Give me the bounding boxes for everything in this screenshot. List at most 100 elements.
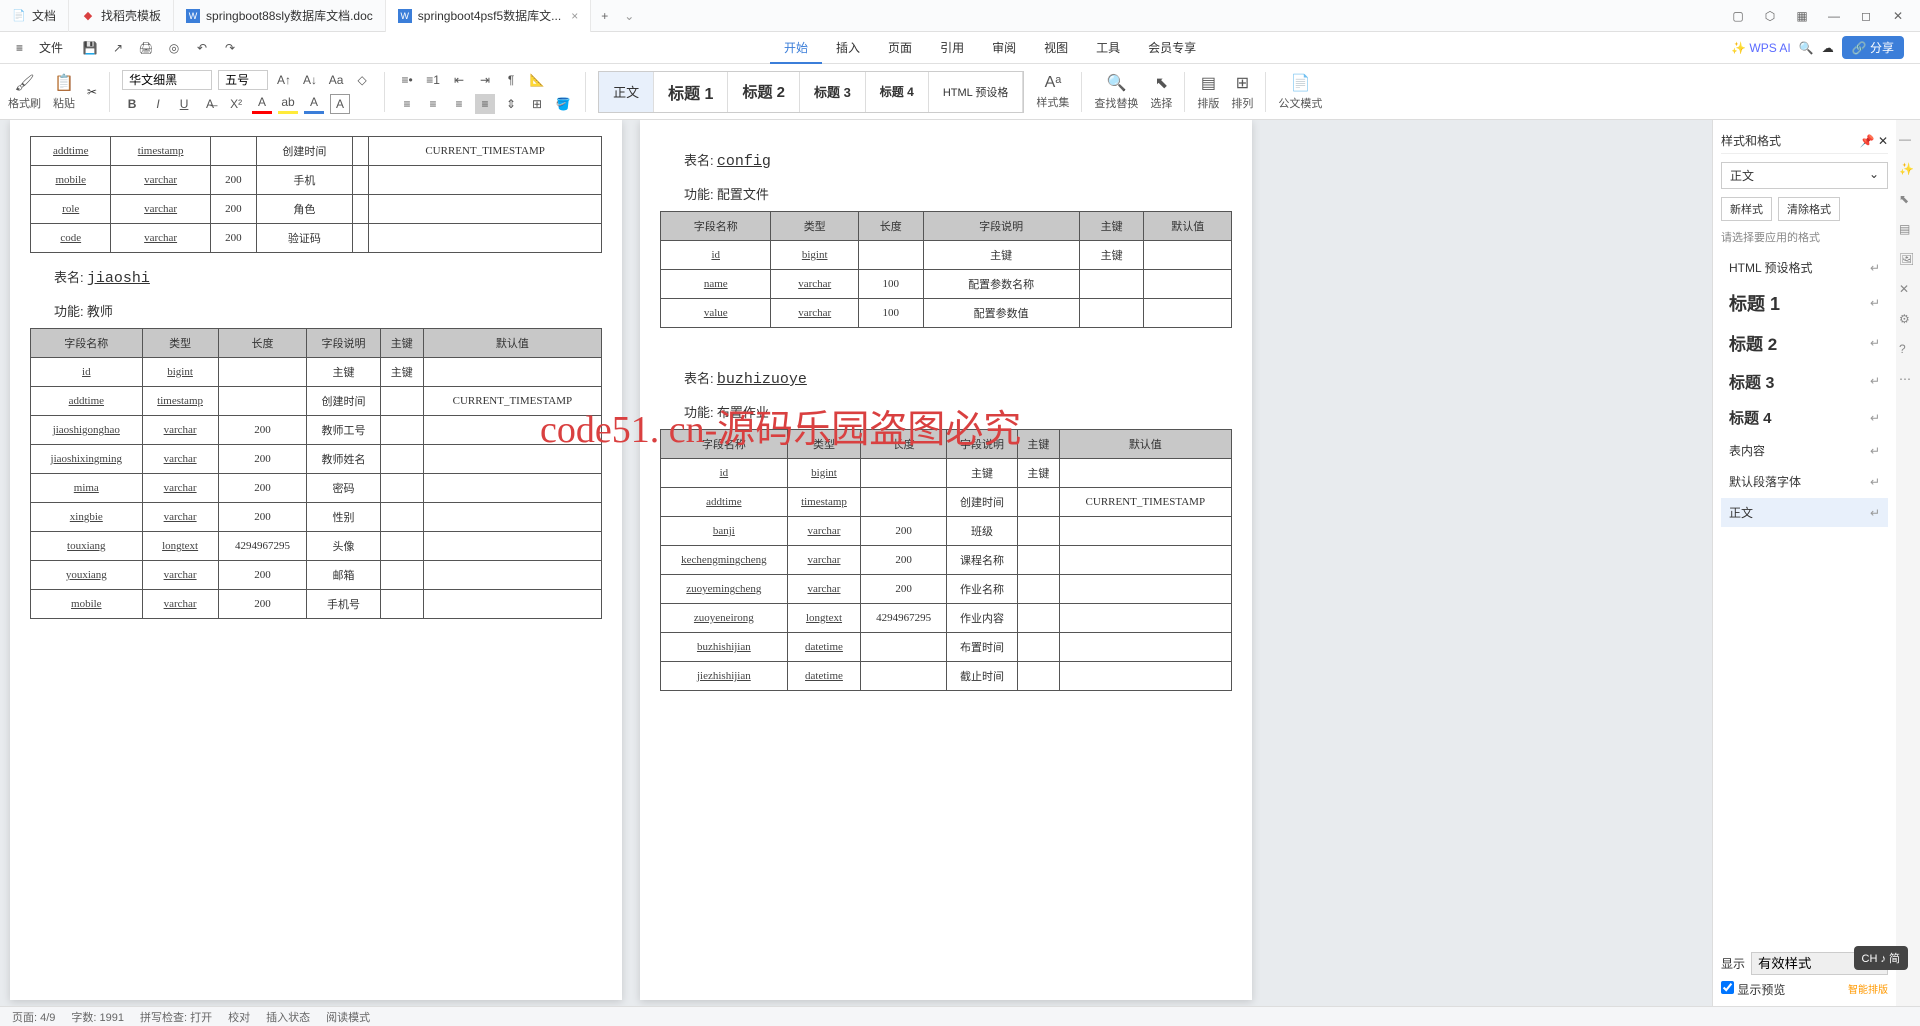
style-item[interactable]: 标题 3↵ bbox=[1721, 363, 1888, 399]
pin-icon[interactable]: 📌 bbox=[1860, 134, 1875, 148]
redo-icon[interactable]: ↷ bbox=[219, 37, 241, 59]
insert-status[interactable]: 插入状态 bbox=[266, 1009, 310, 1025]
share-button[interactable]: 🔗 分享 bbox=[1842, 36, 1904, 59]
hamburger-icon[interactable]: ≡ bbox=[8, 41, 31, 55]
style-item[interactable]: 默认段落字体↵ bbox=[1721, 467, 1888, 496]
dec-indent-icon[interactable]: ⇤ bbox=[449, 70, 469, 90]
word-count[interactable]: 字数: 1991 bbox=[71, 1009, 124, 1025]
superscript-icon[interactable]: X² bbox=[226, 94, 246, 114]
mtab-review[interactable]: 审阅 bbox=[978, 32, 1030, 64]
char-border-icon[interactable]: A bbox=[330, 94, 350, 114]
bold-icon[interactable]: B bbox=[122, 94, 142, 114]
toc-icon[interactable]: ▤ bbox=[1899, 222, 1917, 240]
style-normal[interactable]: 正文 bbox=[599, 72, 654, 112]
ruler-icon[interactable]: 📐 bbox=[527, 70, 547, 90]
win-grid-icon[interactable]: ▦ bbox=[1788, 2, 1816, 30]
format-brush[interactable]: 🖌格式刷 bbox=[8, 73, 41, 111]
find-replace[interactable]: 🔍查找替换 bbox=[1094, 73, 1138, 111]
style-item[interactable]: 正文↵ bbox=[1721, 498, 1888, 527]
tab-doc2-active[interactable]: Wspringboot4psf5数据库文...× bbox=[386, 0, 591, 32]
border-icon[interactable]: ⊞ bbox=[527, 94, 547, 114]
new-style-button[interactable]: 新样式 bbox=[1721, 197, 1772, 221]
style-item[interactable]: 标题 4↵ bbox=[1721, 401, 1888, 434]
cloud-icon[interactable]: ☁ bbox=[1822, 41, 1834, 55]
arrange-button[interactable]: ⊞排列 bbox=[1231, 73, 1253, 111]
mtab-ref[interactable]: 引用 bbox=[926, 32, 978, 64]
file-menu[interactable]: 文件 bbox=[31, 39, 71, 56]
preview-checkbox[interactable]: 显示预览 bbox=[1721, 981, 1785, 998]
increase-font-icon[interactable]: A↑ bbox=[274, 70, 294, 90]
win-cube-icon[interactable]: ⬡ bbox=[1756, 2, 1784, 30]
print-icon[interactable]: 🖨 bbox=[135, 37, 157, 59]
decrease-font-icon[interactable]: A↓ bbox=[300, 70, 320, 90]
size-select[interactable] bbox=[218, 70, 268, 90]
export-icon[interactable]: ↗ bbox=[107, 37, 129, 59]
page-indicator[interactable]: 页面: 4/9 bbox=[12, 1009, 55, 1025]
clear-format-button[interactable]: 清除格式 bbox=[1778, 197, 1840, 221]
settings-icon[interactable]: ⚙ bbox=[1899, 312, 1917, 330]
read-mode[interactable]: 阅读模式 bbox=[326, 1009, 370, 1025]
minus-icon[interactable]: — bbox=[1899, 132, 1917, 150]
official-mode[interactable]: 📄公文模式 bbox=[1278, 73, 1322, 111]
save-icon[interactable]: 💾 bbox=[79, 37, 101, 59]
style-h4[interactable]: 标题 4 bbox=[866, 72, 929, 112]
image-icon[interactable]: 🖼 bbox=[1899, 252, 1917, 270]
font-select[interactable] bbox=[122, 70, 212, 90]
underline-icon[interactable]: U bbox=[174, 94, 194, 114]
mtab-page[interactable]: 页面 bbox=[874, 32, 926, 64]
styleset-button[interactable]: Aᵃ样式集 bbox=[1036, 74, 1069, 110]
change-case-icon[interactable]: Aa bbox=[326, 70, 346, 90]
style-item[interactable]: 标题 1↵ bbox=[1721, 284, 1888, 322]
tab-docs[interactable]: 📄文档 bbox=[0, 0, 69, 32]
style-h2[interactable]: 标题 2 bbox=[728, 72, 800, 112]
style-item[interactable]: 表内容↵ bbox=[1721, 436, 1888, 465]
numbering-icon[interactable]: ≡1 bbox=[423, 70, 443, 90]
style-h3[interactable]: 标题 3 bbox=[800, 72, 866, 112]
sort-button[interactable]: ▤排版 bbox=[1197, 73, 1219, 111]
wps-ai[interactable]: ✨ WPS AI bbox=[1731, 41, 1791, 55]
style-h1[interactable]: 标题 1 bbox=[654, 72, 728, 112]
preview-icon[interactable]: ◎ bbox=[163, 37, 185, 59]
mtab-tools[interactable]: 工具 bbox=[1082, 32, 1134, 64]
font-color-icon[interactable]: A bbox=[252, 94, 272, 114]
style-html[interactable]: HTML 预设格 bbox=[929, 72, 1024, 112]
align-right-icon[interactable]: ≡ bbox=[449, 94, 469, 114]
fill-icon[interactable]: 🪣 bbox=[553, 94, 573, 114]
highlight-icon[interactable]: ab bbox=[278, 94, 298, 114]
current-style[interactable]: 正文⌄ bbox=[1721, 162, 1888, 189]
document-workspace[interactable]: addtimetimestamp创建时间CURRENT_TIMESTAMPmob… bbox=[0, 120, 1712, 1006]
new-tab[interactable]: + bbox=[591, 9, 618, 23]
mtab-view[interactable]: 视图 bbox=[1030, 32, 1082, 64]
bullets-icon[interactable]: ≡• bbox=[397, 70, 417, 90]
line-spacing-icon[interactable]: ⇕ bbox=[501, 94, 521, 114]
clear-format-icon[interactable]: ◇ bbox=[352, 70, 372, 90]
tab-template[interactable]: ◆找稻壳模板 bbox=[69, 0, 174, 32]
select-tool-icon[interactable]: ⬉ bbox=[1899, 192, 1917, 210]
minimize-icon[interactable]: — bbox=[1820, 2, 1848, 30]
proof-status[interactable]: 校对 bbox=[228, 1009, 250, 1025]
ai-icon[interactable]: ✨ bbox=[1899, 162, 1917, 180]
style-gallery[interactable]: 正文 标题 1 标题 2 标题 3 标题 4 HTML 预设格 bbox=[598, 71, 1024, 113]
tools-icon[interactable]: ✕ bbox=[1899, 282, 1917, 300]
smart-layout[interactable]: 智能排版 bbox=[1848, 981, 1888, 998]
mtab-start[interactable]: 开始 bbox=[770, 32, 822, 64]
strike-icon[interactable]: A̶ bbox=[200, 94, 220, 114]
italic-icon[interactable]: I bbox=[148, 94, 168, 114]
mtab-member[interactable]: 会员专享 bbox=[1134, 32, 1210, 64]
mtab-insert[interactable]: 插入 bbox=[822, 32, 874, 64]
maximize-icon[interactable]: ◻ bbox=[1852, 2, 1880, 30]
help-icon[interactable]: ? bbox=[1899, 342, 1917, 360]
style-item[interactable]: HTML 预设格式↵ bbox=[1721, 253, 1888, 282]
undo-icon[interactable]: ↶ bbox=[191, 37, 213, 59]
inc-indent-icon[interactable]: ⇥ bbox=[475, 70, 495, 90]
style-item[interactable]: 标题 2↵ bbox=[1721, 324, 1888, 361]
close-panel-icon[interactable]: ✕ bbox=[1878, 134, 1888, 148]
align-justify-icon[interactable]: ≡ bbox=[475, 94, 495, 114]
tab-doc1[interactable]: Wspringboot88sly数据库文档.doc bbox=[174, 0, 386, 32]
close-window-icon[interactable]: ✕ bbox=[1884, 2, 1912, 30]
align-center-icon[interactable]: ≡ bbox=[423, 94, 443, 114]
search-icon[interactable]: 🔍 bbox=[1799, 41, 1814, 55]
shading-icon[interactable]: A bbox=[304, 94, 324, 114]
cut-icon[interactable]: ✂ bbox=[87, 85, 97, 99]
paste-button[interactable]: 📋粘贴 bbox=[53, 73, 75, 111]
